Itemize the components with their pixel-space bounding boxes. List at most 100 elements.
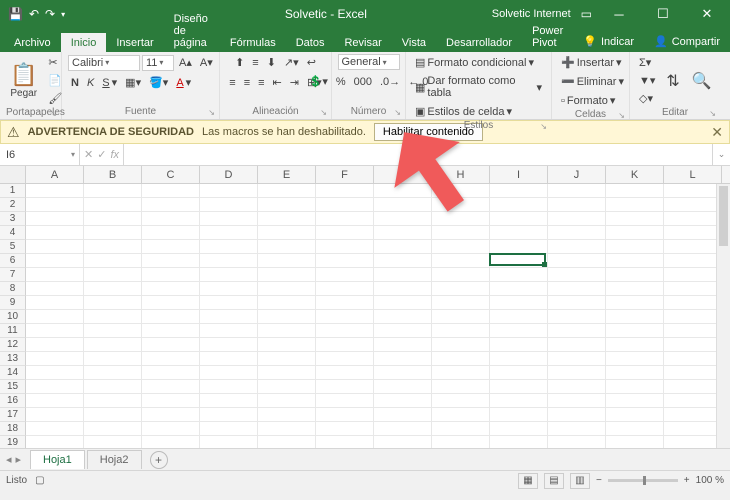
cell[interactable] [548, 324, 606, 338]
align-top-icon[interactable]: ⬆ [232, 54, 247, 71]
cell[interactable] [258, 254, 316, 268]
cell[interactable] [258, 352, 316, 366]
cell[interactable] [316, 352, 374, 366]
cell[interactable] [432, 324, 490, 338]
fill-color-icon[interactable]: 🪣▾ [146, 74, 171, 91]
column-header[interactable]: H [432, 166, 490, 183]
cell-styles-button[interactable]: ▣Estilos de celda▾ [412, 103, 515, 120]
cell[interactable] [84, 296, 142, 310]
column-header[interactable]: J [548, 166, 606, 183]
cell[interactable] [548, 366, 606, 380]
tab-insert[interactable]: Insertar [106, 33, 163, 52]
tab-powerpivot[interactable]: Power Pivot [522, 21, 573, 52]
cell[interactable] [258, 240, 316, 254]
cell[interactable] [664, 324, 722, 338]
close-button[interactable]: ✕ [690, 0, 724, 28]
maximize-button[interactable]: ☐ [646, 0, 680, 28]
cell[interactable] [548, 268, 606, 282]
cell[interactable] [142, 436, 200, 448]
cell[interactable] [664, 254, 722, 268]
view-page-layout-icon[interactable]: ▤ [544, 473, 564, 489]
cell[interactable] [84, 352, 142, 366]
cell[interactable] [26, 352, 84, 366]
cell[interactable] [200, 366, 258, 380]
cell[interactable] [374, 422, 432, 436]
cancel-formula-icon[interactable]: ✕ [84, 148, 93, 161]
cell[interactable] [258, 408, 316, 422]
cell[interactable] [606, 310, 664, 324]
tab-formulas[interactable]: Fórmulas [220, 33, 286, 52]
cell[interactable] [374, 408, 432, 422]
cell[interactable] [84, 380, 142, 394]
cell[interactable] [26, 212, 84, 226]
cell[interactable] [84, 408, 142, 422]
cell[interactable] [258, 380, 316, 394]
cell[interactable] [258, 282, 316, 296]
cell[interactable] [142, 198, 200, 212]
cell[interactable] [374, 380, 432, 394]
cell[interactable] [664, 212, 722, 226]
cell[interactable] [490, 380, 548, 394]
tell-me[interactable]: 💡 Indicar [573, 31, 644, 52]
cell[interactable] [548, 184, 606, 198]
row-header[interactable]: 9 [0, 296, 26, 310]
cell[interactable] [200, 226, 258, 240]
align-bottom-icon[interactable]: ⬇ [264, 54, 279, 71]
cell[interactable] [200, 310, 258, 324]
minimize-button[interactable]: ─ [602, 0, 636, 28]
cell[interactable] [548, 380, 606, 394]
cell[interactable] [490, 212, 548, 226]
format-as-table-button[interactable]: ▦Dar formato como tabla▾ [412, 73, 545, 101]
cell[interactable] [374, 436, 432, 448]
cell[interactable] [258, 296, 316, 310]
column-header[interactable]: B [84, 166, 142, 183]
cell[interactable] [200, 254, 258, 268]
cell[interactable] [316, 324, 374, 338]
zoom-level[interactable]: 100 % [696, 475, 724, 486]
cell[interactable] [606, 338, 664, 352]
column-header[interactable]: F [316, 166, 374, 183]
cell[interactable] [664, 352, 722, 366]
cell[interactable] [490, 352, 548, 366]
cell[interactable] [26, 408, 84, 422]
font-size-combo[interactable]: 11▾ [142, 55, 174, 71]
number-format-combo[interactable]: General▾ [338, 54, 400, 70]
cell[interactable] [142, 324, 200, 338]
cell[interactable] [258, 184, 316, 198]
cell[interactable] [84, 268, 142, 282]
cell[interactable] [84, 184, 142, 198]
warning-close-icon[interactable]: ✕ [711, 124, 723, 141]
cell[interactable] [432, 366, 490, 380]
cell[interactable] [258, 422, 316, 436]
cell[interactable] [142, 296, 200, 310]
cell[interactable] [200, 324, 258, 338]
fill-icon[interactable]: ▼▾ [636, 72, 658, 89]
cell[interactable] [606, 240, 664, 254]
cell[interactable] [664, 184, 722, 198]
tab-file[interactable]: Archivo [4, 33, 61, 52]
cell[interactable] [26, 394, 84, 408]
cell[interactable] [316, 338, 374, 352]
row-header[interactable]: 11 [0, 324, 26, 338]
ribbon-options-icon[interactable]: ▭ [581, 7, 592, 21]
row-header[interactable]: 6 [0, 254, 26, 268]
find-select-button[interactable]: 🔍 [688, 69, 716, 93]
cell[interactable] [200, 422, 258, 436]
cell[interactable] [548, 310, 606, 324]
cell[interactable] [200, 352, 258, 366]
increase-indent-icon[interactable]: ⇥ [287, 74, 302, 91]
cell[interactable] [26, 366, 84, 380]
redo-icon[interactable]: ↷ [45, 7, 55, 21]
cell[interactable] [548, 240, 606, 254]
decrease-indent-icon[interactable]: ⇤ [270, 74, 285, 91]
cell[interactable] [26, 324, 84, 338]
cell[interactable] [490, 408, 548, 422]
row-header[interactable]: 4 [0, 226, 26, 240]
cell[interactable] [316, 310, 374, 324]
cell[interactable] [548, 226, 606, 240]
cell[interactable] [664, 282, 722, 296]
cell[interactable] [258, 268, 316, 282]
cell[interactable] [606, 198, 664, 212]
cell[interactable] [374, 282, 432, 296]
comma-icon[interactable]: 000 [351, 74, 375, 90]
